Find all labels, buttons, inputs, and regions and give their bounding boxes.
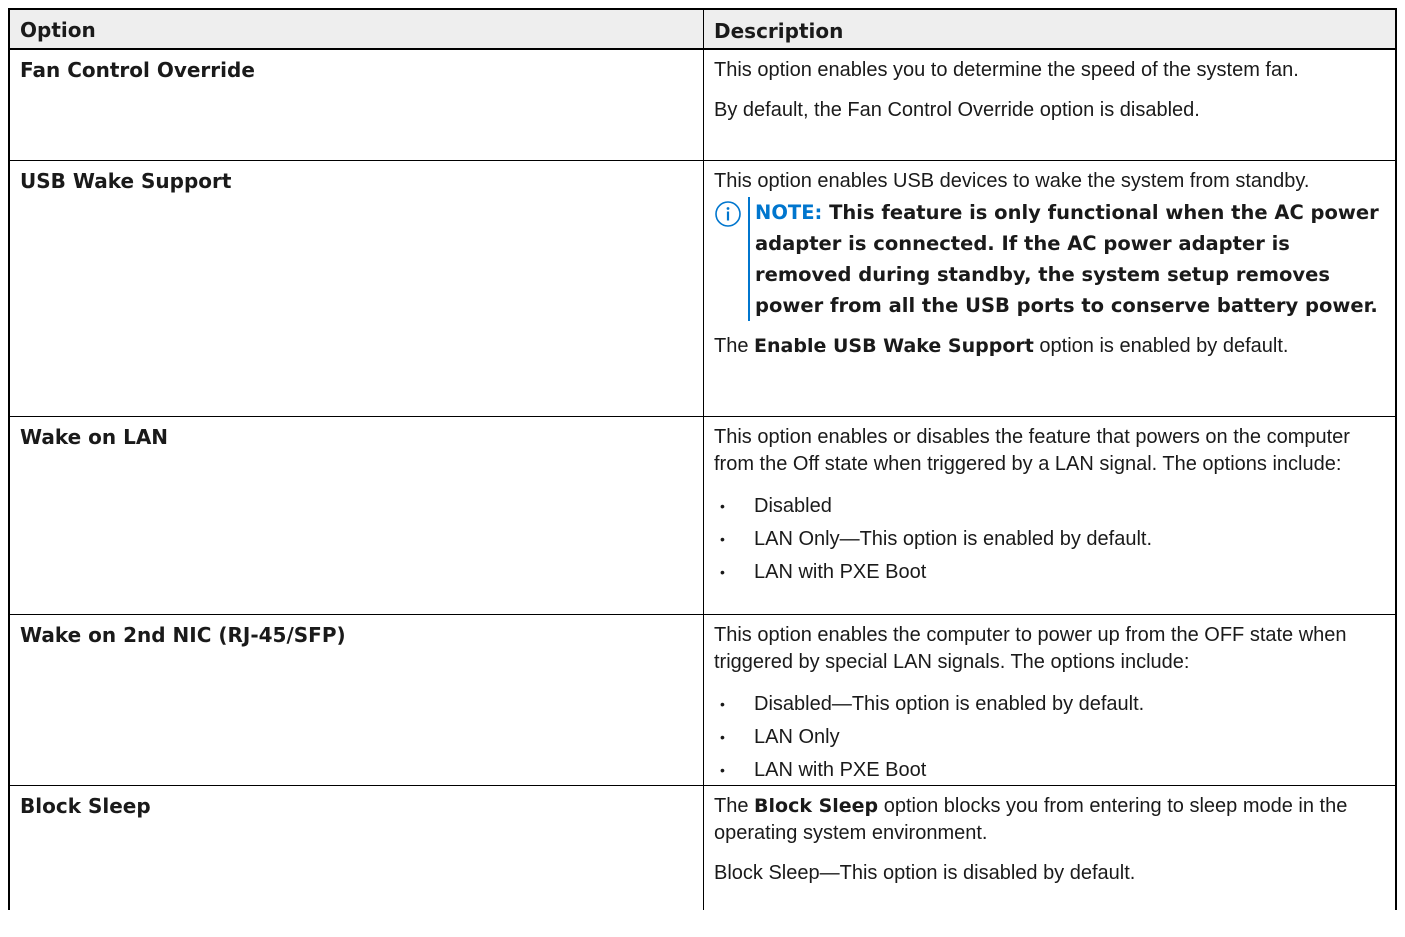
options-list: • Disabled—This option is enabled by defa… xyxy=(714,688,1385,787)
list-item: • Disabled xyxy=(714,490,1385,523)
option-description: This option enables you to determine the… xyxy=(704,50,1395,160)
description-default: The Enable USB Wake Support option is en… xyxy=(714,333,1385,360)
option-name: Wake on 2nd NIC (RJ-45/SFP) xyxy=(10,615,704,785)
list-item-text: LAN Only xyxy=(754,726,840,748)
option-name: Fan Control Override xyxy=(10,50,704,160)
list-item: • LAN Only—This option is enabled by defa… xyxy=(714,523,1385,556)
list-item: • Disabled—This option is enabled by defa… xyxy=(714,688,1385,721)
description-default: Block Sleep—This option is disabled by d… xyxy=(714,862,1136,884)
header-description: Description xyxy=(714,19,844,43)
bullet: • xyxy=(720,498,725,514)
bullet: • xyxy=(720,564,725,580)
list-item: • LAN with PXE Boot xyxy=(714,754,1385,787)
list-item-text: Disabled—This option is enabled by defau… xyxy=(754,693,1145,715)
bold-term: Block Sleep xyxy=(754,795,879,817)
header-option: Option xyxy=(10,10,704,48)
table-row: Block Sleep The Block Sleep option block… xyxy=(10,786,1395,910)
table-header-row: Option Description xyxy=(10,10,1395,50)
option-name: Wake on LAN xyxy=(10,417,704,614)
option-name: USB Wake Support xyxy=(10,161,704,416)
text-fragment: option is enabled by default. xyxy=(1039,335,1289,357)
text-fragment: The xyxy=(714,795,749,817)
list-item: • LAN Only xyxy=(714,721,1385,754)
table-row: USB Wake Support This option enables USB… xyxy=(10,161,1395,417)
bullet: • xyxy=(720,729,725,745)
option-description: This option enables the computer to powe… xyxy=(704,615,1395,785)
table-row: Wake on 2nd NIC (RJ-45/SFP) This option … xyxy=(10,615,1395,786)
list-item-text: LAN Only—This option is enabled by defau… xyxy=(754,528,1152,550)
option-name: Block Sleep xyxy=(10,786,704,910)
option-description: The Block Sleep option blocks you from e… xyxy=(704,786,1395,910)
option-description: This option enables USB devices to wake … xyxy=(704,161,1395,416)
note-text: This feature is only functional when the… xyxy=(755,201,1379,317)
info-circle-icon xyxy=(715,201,741,227)
table-row: Fan Control Override This option enables… xyxy=(10,50,1395,161)
note-body: NOTE: This feature is only functional wh… xyxy=(748,197,1385,321)
description-text: This option enables or disables the feat… xyxy=(714,426,1350,475)
note-callout: NOTE: This feature is only functional wh… xyxy=(714,197,1385,321)
description-default: By default, the Fan Control Override opt… xyxy=(714,99,1200,121)
bold-term: Enable USB Wake Support xyxy=(754,335,1034,357)
table-row: Wake on LAN This option enables or disab… xyxy=(10,417,1395,615)
options-list: • Disabled • LAN Only—This option is enabl… xyxy=(714,490,1385,589)
settings-table: Option Description Fan Control Override … xyxy=(8,8,1397,910)
bullet: • xyxy=(720,696,725,712)
text-fragment: The xyxy=(714,335,749,357)
note-label: NOTE: xyxy=(755,201,823,224)
list-item-text: LAN with PXE Boot xyxy=(754,561,927,583)
list-item: • LAN with PXE Boot xyxy=(714,556,1385,589)
bullet: • xyxy=(720,762,725,778)
description-text: This option enables USB devices to wake … xyxy=(714,170,1310,192)
list-item-text: LAN with PXE Boot xyxy=(754,759,927,781)
option-description: This option enables or disables the feat… xyxy=(704,417,1395,614)
description-text: The Block Sleep option blocks you from e… xyxy=(714,793,1385,847)
description-text: This option enables you to determine the… xyxy=(714,59,1299,81)
description-text: This option enables the computer to powe… xyxy=(714,624,1347,673)
bullet: • xyxy=(720,531,725,547)
list-item-text: Disabled xyxy=(754,495,832,517)
